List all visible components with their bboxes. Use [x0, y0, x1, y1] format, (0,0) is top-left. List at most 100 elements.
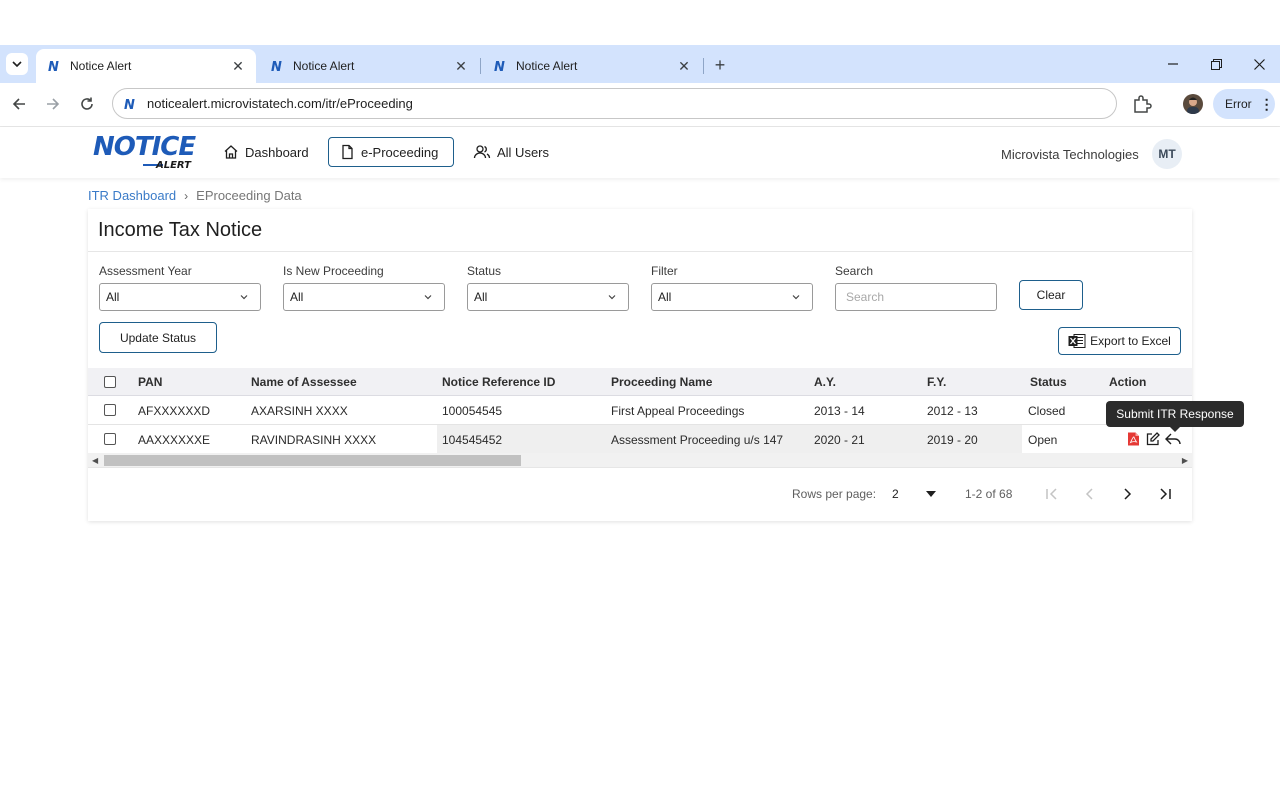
profile-avatar[interactable]: [1183, 94, 1203, 114]
logo-sub-text: ALERT: [155, 160, 191, 171]
close-icon[interactable]: ✕: [676, 58, 692, 75]
export-to-excel-button[interactable]: Export to Excel: [1058, 327, 1181, 355]
table-row[interactable]: AAXXXXXXE RAVINDRASINH XXXX 104545452 As…: [88, 425, 1192, 454]
edit-icon[interactable]: [1146, 432, 1160, 446]
export-label: Export to Excel: [1090, 334, 1171, 348]
next-page-icon[interactable]: [1117, 484, 1137, 504]
column-header-pan[interactable]: PAN: [138, 375, 162, 389]
browser-tab-3[interactable]: N Notice Alert ✕: [482, 49, 702, 83]
scroll-left-icon[interactable]: ◀: [92, 456, 98, 465]
chevron-down-icon: [608, 295, 616, 300]
table-row[interactable]: AFXXXXXXD AXARSINH XXXX 100054545 First …: [88, 396, 1192, 425]
search-label: Search: [835, 264, 874, 278]
pdf-icon[interactable]: [1127, 432, 1141, 446]
column-header-notice-ref[interactable]: Notice Reference ID: [442, 375, 555, 389]
column-header-fy[interactable]: F.Y.: [927, 375, 946, 389]
reply-icon[interactable]: [1165, 432, 1181, 446]
address-bar[interactable]: N noticealert.microvistatech.com/itr/ePr…: [112, 88, 1117, 119]
update-status-button[interactable]: Update Status: [99, 322, 217, 353]
is-new-proceeding-value: All: [290, 290, 304, 304]
tab-search-button[interactable]: [6, 53, 28, 75]
chevron-down-icon: [792, 295, 800, 300]
tooltip-arrow: [1170, 427, 1180, 432]
cell-pan: AAXXXXXXE: [138, 433, 211, 447]
document-icon: [342, 144, 353, 160]
cell-status: Open: [1028, 433, 1058, 447]
divider: [88, 251, 1192, 252]
breadcrumb-current: EProceeding Data: [196, 188, 302, 203]
first-page-icon[interactable]: [1042, 484, 1062, 504]
column-header-ay[interactable]: A.Y.: [814, 375, 836, 389]
last-page-icon[interactable]: [1155, 484, 1175, 504]
nav-all-users[interactable]: All Users: [463, 137, 559, 167]
cell-fy: 2012 - 13: [927, 404, 978, 418]
close-icon[interactable]: ✕: [453, 58, 469, 75]
breadcrumb-itr-dashboard-link[interactable]: ITR Dashboard: [88, 188, 176, 203]
window-close-icon[interactable]: [1248, 53, 1270, 75]
user-avatar[interactable]: MT: [1152, 139, 1182, 169]
horizontal-scrollbar[interactable]: ◀ ▶: [88, 453, 1192, 468]
svg-text:N: N: [48, 60, 59, 73]
filter-label: Filter: [651, 264, 678, 278]
select-all-checkbox[interactable]: [104, 376, 116, 388]
filter-select[interactable]: All: [651, 283, 813, 311]
error-status-button[interactable]: Error ⋮: [1213, 89, 1275, 119]
assessment-year-select[interactable]: All: [99, 283, 261, 311]
row-checkbox[interactable]: [104, 433, 116, 445]
tab-separator: [703, 58, 704, 74]
browser-tab-2[interactable]: N Notice Alert ✕: [259, 49, 479, 83]
row-checkbox[interactable]: [104, 404, 116, 416]
nav-e-proceeding-label: e-Proceeding: [361, 144, 439, 160]
cell-ay: 2013 - 14: [814, 404, 865, 418]
cell-pan: AFXXXXXXD: [138, 404, 211, 418]
scrollbar-thumb[interactable]: [104, 455, 521, 466]
is-new-proceeding-label: Is New Proceeding: [283, 264, 384, 278]
clear-button[interactable]: Clear: [1019, 280, 1083, 310]
noticealert-favicon-icon: N: [492, 58, 508, 74]
chevron-down-icon: [424, 295, 432, 300]
tab-separator: [480, 58, 481, 74]
extensions-puzzle-icon[interactable]: [1132, 94, 1154, 116]
nav-dashboard-label: Dashboard: [245, 144, 309, 160]
browser-tabstrip: N Notice Alert ✕ N Notice Alert ✕ N Noti…: [0, 45, 1280, 83]
breadcrumb: ITR Dashboard › EProceeding Data: [88, 188, 302, 203]
is-new-proceeding-select[interactable]: All: [283, 283, 445, 311]
logo-main-text: NOTICE: [93, 132, 196, 162]
top-blank-area: [0, 0, 1280, 45]
status-select[interactable]: All: [467, 283, 629, 311]
column-header-status[interactable]: Status: [1030, 375, 1067, 389]
svg-text:N: N: [271, 60, 282, 73]
caret-down-icon[interactable]: [921, 484, 941, 504]
error-label: Error: [1225, 97, 1252, 111]
close-icon[interactable]: ✕: [230, 58, 246, 75]
tab-title: Notice Alert: [70, 59, 132, 73]
cell-name: AXARSINH XXXX: [251, 404, 348, 418]
scroll-right-icon[interactable]: ▶: [1182, 456, 1188, 465]
table-header: PAN Name of Assessee Notice Reference ID…: [88, 368, 1192, 396]
restore-icon[interactable]: [1205, 53, 1227, 75]
browser-tab-1[interactable]: N Notice Alert ✕: [36, 49, 256, 83]
cell-proceeding: First Appeal Proceedings: [611, 404, 745, 418]
excel-icon: [1068, 334, 1086, 348]
reload-icon[interactable]: [76, 93, 98, 115]
noticealert-favicon-icon: N: [269, 58, 285, 74]
column-header-name[interactable]: Name of Assessee: [251, 375, 357, 389]
new-tab-plus-icon[interactable]: +: [709, 54, 731, 76]
minimize-icon[interactable]: [1162, 53, 1184, 75]
back-arrow-icon[interactable]: [8, 93, 30, 115]
nav-dashboard[interactable]: Dashboard: [213, 137, 319, 167]
notice-alert-logo[interactable]: NOTICE ALERT: [93, 133, 197, 173]
filter-value: All: [658, 290, 672, 304]
forward-arrow-icon[interactable]: [42, 93, 64, 115]
tab-title: Notice Alert: [293, 59, 355, 73]
cell-name: RAVINDRASINH XXXX: [251, 433, 377, 447]
noticealert-favicon-icon: N: [121, 95, 139, 113]
search-input[interactable]: [835, 283, 997, 311]
home-icon: [224, 145, 238, 159]
rows-per-page-value[interactable]: 2: [892, 487, 899, 501]
previous-page-icon[interactable]: [1080, 484, 1100, 504]
nav-e-proceeding[interactable]: e-Proceeding: [328, 137, 454, 167]
column-header-proceeding[interactable]: Proceeding Name: [611, 375, 712, 389]
cell-ref-id: 104545452: [442, 433, 503, 447]
chevron-right-icon: ›: [184, 188, 189, 203]
